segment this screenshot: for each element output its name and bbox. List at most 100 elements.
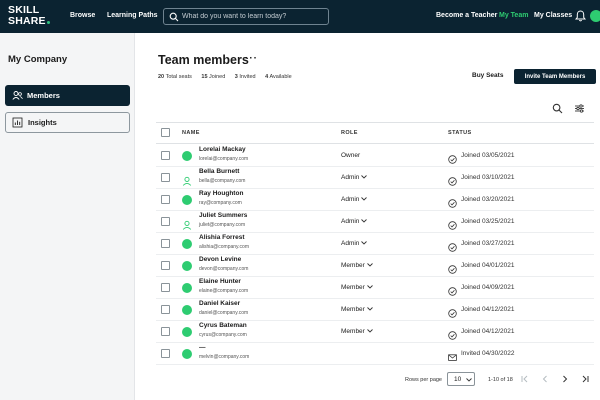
- member-status: Joined 04/01/2021: [461, 262, 515, 269]
- row-checkbox[interactable]: [161, 195, 170, 204]
- role-select[interactable]: Member: [341, 284, 373, 291]
- divider: [156, 143, 594, 144]
- row-checkbox[interactable]: [161, 283, 170, 292]
- stat-joined: 15 Joined: [201, 74, 226, 80]
- row-checkbox[interactable]: [161, 261, 170, 270]
- row-checkbox[interactable]: [161, 173, 170, 182]
- member-status: Invited 04/30/2022: [461, 350, 515, 357]
- company-name: My Company: [8, 54, 68, 65]
- role-select[interactable]: Member: [341, 306, 373, 313]
- previous-page-icon[interactable]: [540, 374, 550, 384]
- member-email: ray@company.com: [199, 200, 242, 206]
- rows-per-page-select[interactable]: 10: [447, 372, 475, 386]
- nav-become-teacher[interactable]: Become a Teacher: [436, 12, 497, 19]
- row-checkbox[interactable]: [161, 151, 170, 160]
- member-status: Joined 03/27/2021: [461, 240, 515, 247]
- role-select[interactable]: Member: [341, 262, 373, 269]
- row-checkbox[interactable]: [161, 327, 170, 336]
- role-select[interactable]: Member: [341, 328, 373, 335]
- table-search-icon[interactable]: [552, 103, 563, 114]
- table-row[interactable]: Alishia Forrest alishia@company.com Admin J…: [156, 233, 594, 255]
- more-options-icon[interactable]: ···: [245, 53, 258, 64]
- nav-learning-paths[interactable]: Learning Paths: [107, 12, 158, 19]
- search-box[interactable]: [163, 8, 329, 25]
- role-select[interactable]: Admin: [341, 196, 368, 203]
- sidebar-item-label: Members: [27, 91, 60, 100]
- sidebar-item-members[interactable]: Members: [5, 85, 130, 106]
- nav-my-classes[interactable]: My Classes: [534, 12, 572, 19]
- user-outline-icon: [182, 173, 192, 186]
- user-avatar[interactable]: [590, 10, 600, 22]
- member-name: Juliet Summers: [199, 212, 248, 219]
- role-select: Owner: [341, 152, 360, 159]
- row-checkbox[interactable]: [161, 305, 170, 314]
- chevron-down-icon: [359, 174, 368, 181]
- role-label: Admin: [341, 218, 360, 225]
- member-name: Bella Burnett: [199, 168, 240, 175]
- member-name: Ray Houghton: [199, 190, 244, 197]
- avatar: [182, 151, 192, 161]
- member-email: alishia@company.com: [199, 244, 250, 250]
- buy-seats-button[interactable]: Buy Seats: [472, 72, 503, 79]
- chevron-down-icon: [365, 328, 373, 335]
- bell-icon[interactable]: [575, 10, 586, 22]
- row-checkbox[interactable]: [161, 217, 170, 226]
- table-row[interactable]: Elaine Hunter elaine@company.com Member Joi…: [156, 277, 594, 299]
- filter-icon[interactable]: [574, 103, 585, 114]
- nav-browse[interactable]: Browse: [70, 12, 95, 19]
- role-label: Member: [341, 284, 365, 291]
- avatar: [182, 239, 192, 249]
- sidebar-item-insights[interactable]: Insights: [5, 112, 130, 133]
- rows-per-page-label: Rows per page: [405, 377, 442, 383]
- first-page-icon[interactable]: [520, 374, 530, 384]
- select-all-checkbox[interactable]: [161, 128, 170, 137]
- member-name: Elaine Hunter: [199, 278, 241, 285]
- role-select[interactable]: Admin: [341, 240, 368, 247]
- table-row[interactable]: Daniel Kaiser daniel@company.com Member Joi…: [156, 299, 594, 321]
- mail-icon: [448, 349, 457, 361]
- table-row[interactable]: Ray Houghton ray@company.com Admin Joined 0…: [156, 189, 594, 211]
- avatar: [182, 305, 192, 315]
- pagination-range: 1-10 of 18: [488, 377, 513, 383]
- row-checkbox[interactable]: [161, 239, 170, 248]
- divider: [156, 122, 594, 123]
- role-label: Member: [341, 306, 365, 313]
- check-circle-icon: [448, 261, 457, 274]
- member-status: Joined 03/10/2021: [461, 174, 515, 181]
- role-label: Admin: [341, 240, 360, 247]
- table-row[interactable]: Devon Levine devon@company.com Member Joine…: [156, 255, 594, 277]
- skillshare-logo[interactable]: SKILL SHARE: [8, 5, 58, 29]
- members-icon: [12, 91, 23, 100]
- member-status: Joined 04/09/2021: [461, 284, 515, 291]
- check-circle-icon: [448, 239, 457, 252]
- search-input[interactable]: [182, 10, 326, 23]
- check-circle-icon: [448, 151, 457, 164]
- check-circle-icon: [448, 195, 457, 208]
- member-status: Joined 03/05/2021: [461, 152, 515, 159]
- stat-invited: 3 Invited: [234, 74, 256, 80]
- member-email: cyrus@company.com: [199, 332, 247, 338]
- stat-available: 4 Available: [265, 74, 292, 80]
- check-circle-icon: [448, 217, 457, 230]
- avatar: [182, 349, 192, 359]
- next-page-icon[interactable]: [560, 374, 570, 384]
- chevron-down-icon: [365, 284, 373, 291]
- role-select[interactable]: Admin: [341, 218, 368, 225]
- role-label: Admin: [341, 196, 360, 203]
- row-checkbox[interactable]: [161, 349, 170, 358]
- top-nav-bar: SKILL SHARE Browse Learning Paths Become…: [0, 0, 600, 33]
- table-row[interactable]: Lorelai Mackay lorelai@company.com Owner Jo…: [156, 145, 594, 167]
- avatar: [182, 261, 192, 271]
- member-status: Joined 04/12/2021: [461, 306, 515, 313]
- member-name: Cyrus Bateman: [199, 322, 247, 329]
- table-row[interactable]: Bella Burnett bella@company.com Admin Joine…: [156, 167, 594, 189]
- chevron-down-icon: [466, 378, 472, 382]
- table-row[interactable]: — melvin@company.com Invited 04/30/2022: [156, 343, 594, 365]
- invite-team-members-button[interactable]: Invite Team Members: [514, 69, 596, 84]
- nav-my-team[interactable]: My Team: [499, 12, 528, 19]
- member-name: Alishia Forrest: [199, 234, 245, 241]
- table-row[interactable]: Cyrus Bateman cyrus@company.com Member Join…: [156, 321, 594, 343]
- table-row[interactable]: Juliet Summers juliet@company.com Admin Joi…: [156, 211, 594, 233]
- role-select[interactable]: Admin: [341, 174, 368, 181]
- last-page-icon[interactable]: [580, 374, 590, 384]
